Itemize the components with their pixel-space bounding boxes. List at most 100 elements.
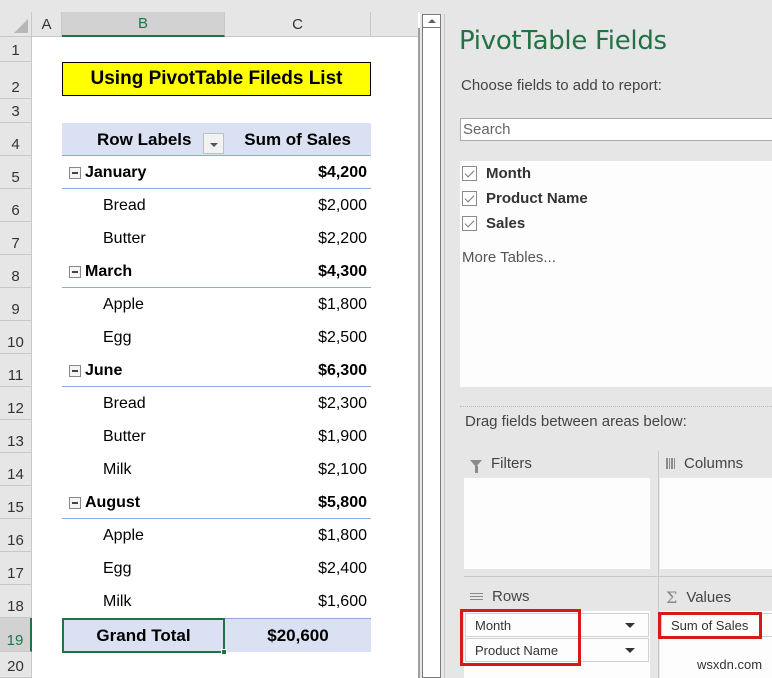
- item-label[interactable]: Butter: [103, 230, 146, 248]
- item-label[interactable]: Bread: [103, 395, 146, 413]
- collapse-minus-icon[interactable]: [69, 365, 81, 377]
- group-total[interactable]: $6,300: [318, 362, 367, 380]
- collapse-minus-icon[interactable]: [69, 167, 81, 179]
- collapse-minus-icon[interactable]: [69, 497, 81, 509]
- values-chip-sum-of-sales[interactable]: Sum of Sales: [661, 613, 772, 637]
- item-label[interactable]: Egg: [103, 560, 131, 578]
- item-label[interactable]: Milk: [103, 461, 131, 479]
- chip-dropdown-icon[interactable]: [625, 623, 635, 628]
- pivot-item-row: Apple $1,800: [62, 519, 371, 552]
- row-header-11[interactable]: 11: [0, 354, 32, 387]
- group-total[interactable]: $4,200: [318, 164, 367, 182]
- pivot-group-row: August $5,800: [62, 486, 371, 519]
- row-header-16[interactable]: 16: [0, 519, 32, 552]
- vertical-scrollbar[interactable]: [422, 14, 441, 678]
- row-header-8[interactable]: 8: [0, 255, 32, 288]
- item-value[interactable]: $1,900: [318, 428, 367, 446]
- group-label[interactable]: June: [85, 362, 122, 380]
- row-header-1[interactable]: 1: [0, 37, 32, 62]
- collapse-minus-icon[interactable]: [69, 266, 81, 278]
- pivot-group-row: January $4,200: [62, 156, 371, 189]
- item-label[interactable]: Egg: [103, 329, 131, 347]
- filters-label: Filters: [491, 455, 532, 472]
- row-header-19[interactable]: 19: [0, 618, 32, 652]
- pivot-item-row: Butter $1,900: [62, 420, 371, 453]
- more-tables-link[interactable]: More Tables...: [462, 249, 556, 266]
- field-sales[interactable]: Sales: [462, 212, 525, 234]
- column-header-c[interactable]: C: [225, 12, 371, 37]
- item-value[interactable]: $2,000: [318, 197, 367, 215]
- row-header-14[interactable]: 14: [0, 453, 32, 486]
- select-all-corner[interactable]: [0, 12, 32, 37]
- checkbox-checked-icon[interactable]: [462, 190, 477, 206]
- item-value[interactable]: $2,200: [318, 230, 367, 248]
- item-value[interactable]: $2,100: [318, 461, 367, 479]
- row-header-2[interactable]: 2: [0, 62, 32, 99]
- field-product-name[interactable]: Product Name: [462, 187, 588, 209]
- sheet-edge: [418, 28, 420, 678]
- chip-dropdown-icon[interactable]: [625, 648, 635, 653]
- field-label: Sales: [486, 214, 526, 232]
- item-value[interactable]: $1,800: [318, 296, 367, 314]
- rows-area-title: Rows: [470, 588, 530, 605]
- item-label[interactable]: Bread: [103, 197, 146, 215]
- item-value[interactable]: $1,800: [318, 527, 367, 545]
- row-header-5[interactable]: 5: [0, 156, 32, 189]
- row-header-18[interactable]: 18: [0, 585, 32, 618]
- item-value[interactable]: $2,300: [318, 395, 367, 413]
- row-header-6[interactable]: 6: [0, 189, 32, 222]
- row-header-15[interactable]: 15: [0, 486, 32, 519]
- rows-chip-month[interactable]: Month: [465, 613, 649, 637]
- item-value[interactable]: $2,400: [318, 560, 367, 578]
- row-header-7[interactable]: 7: [0, 222, 32, 255]
- row-header-17[interactable]: 17: [0, 552, 32, 585]
- filters-drop-zone[interactable]: [464, 478, 650, 569]
- pivot-group-row: March $4,300: [62, 255, 371, 288]
- group-label[interactable]: August: [85, 494, 140, 512]
- item-label[interactable]: Apple: [103, 296, 144, 314]
- columns-area-title: Columns: [666, 455, 743, 472]
- field-month[interactable]: Month: [462, 162, 531, 184]
- grand-total-row: Grand Total $20,600: [62, 618, 371, 655]
- sheet-title-cell[interactable]: Using PivotTable Fileds List: [62, 62, 371, 96]
- sum-of-sales-header[interactable]: Sum of Sales: [244, 130, 351, 150]
- column-header-a[interactable]: A: [32, 12, 62, 37]
- chip-label: Product Name: [475, 642, 559, 658]
- column-header-d[interactable]: [371, 12, 418, 37]
- group-label[interactable]: January: [85, 164, 146, 182]
- item-value[interactable]: $1,600: [318, 593, 367, 611]
- pivot-header-row: Row Labels Sum of Sales: [62, 123, 371, 156]
- item-label[interactable]: Milk: [103, 593, 131, 611]
- row-header-9[interactable]: 9: [0, 288, 32, 321]
- grand-total-value[interactable]: $20,600: [225, 619, 371, 653]
- excel-window: A B C 1 2 3 4 5 6 7 8 9 10 11 12 13 14 15 16 17 18 19 20 Us…: [0, 0, 772, 678]
- row-labels-filter-button[interactable]: [203, 133, 224, 154]
- worksheet: A B C 1 2 3 4 5 6 7 8 9 10 11 12 13 14 15 16 17 18 19 20 Us…: [0, 0, 420, 678]
- item-label[interactable]: Apple: [103, 527, 144, 545]
- grand-total-label[interactable]: Grand Total: [62, 618, 225, 653]
- row-header-3[interactable]: 3: [0, 99, 32, 123]
- columns-drop-zone[interactable]: [660, 478, 772, 569]
- row-labels-header[interactable]: Row Labels: [97, 130, 191, 150]
- group-total[interactable]: $5,800: [318, 494, 367, 512]
- pivot-item-row: Bread $2,000: [62, 189, 371, 222]
- scroll-up-button[interactable]: [423, 15, 440, 28]
- rows-chip-product-name[interactable]: Product Name: [465, 638, 649, 662]
- group-total[interactable]: $4,300: [318, 263, 367, 281]
- row-header-13[interactable]: 13: [0, 420, 32, 453]
- row-header-20[interactable]: 20: [0, 652, 32, 678]
- sigma-icon: Σ: [666, 588, 678, 607]
- pane-divider[interactable]: [444, 14, 445, 678]
- column-header-b[interactable]: B: [62, 12, 225, 37]
- group-label[interactable]: March: [85, 263, 132, 281]
- checkbox-checked-icon[interactable]: [462, 215, 477, 231]
- field-search-input[interactable]: [460, 118, 772, 141]
- item-value[interactable]: $2,500: [318, 329, 367, 347]
- row-header-4[interactable]: 4: [0, 123, 32, 156]
- area-horizontal-divider: [464, 576, 772, 577]
- checkbox-checked-icon[interactable]: [462, 165, 477, 181]
- row-header-10[interactable]: 10: [0, 321, 32, 354]
- row-header-12[interactable]: 12: [0, 387, 32, 420]
- item-label[interactable]: Butter: [103, 428, 146, 446]
- field-label: Month: [486, 164, 531, 182]
